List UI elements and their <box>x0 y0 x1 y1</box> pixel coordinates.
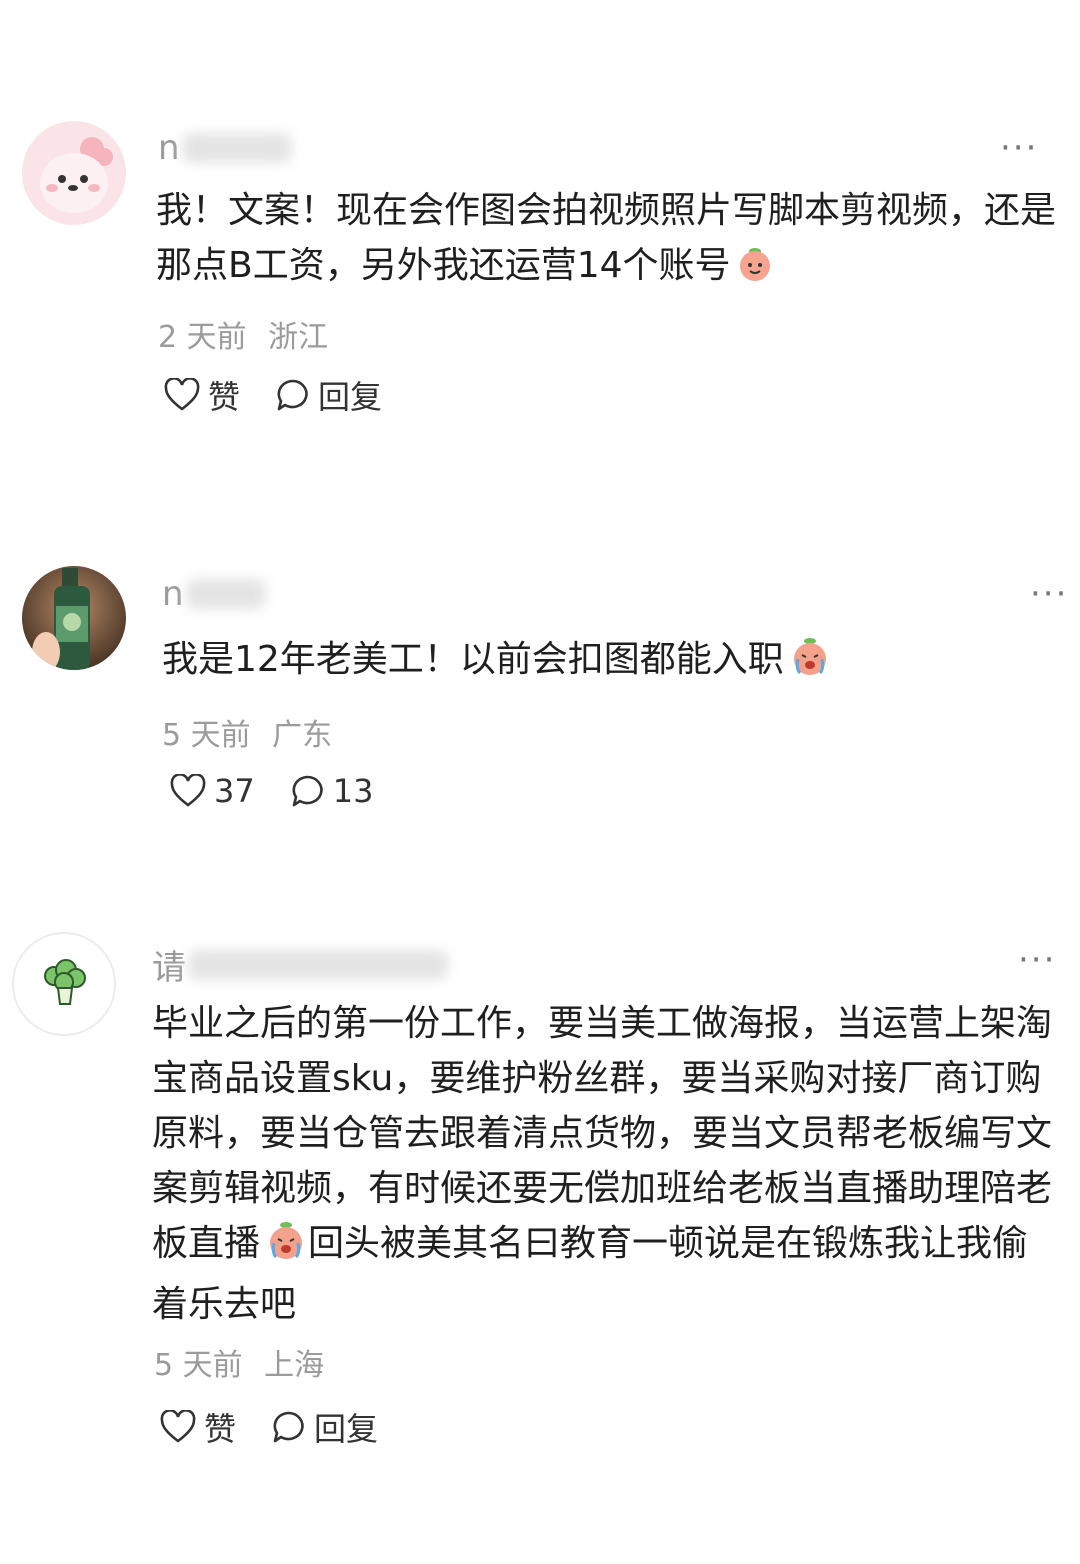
location: 浙江 <box>268 320 329 355</box>
avatar[interactable] <box>22 121 126 225</box>
comment-meta: 2 天前 浙江 <box>158 312 328 356</box>
comment-meta: 5 天前 广东 <box>162 710 332 754</box>
reply-count: 13 <box>332 772 374 810</box>
comment-actions: 赞 回复 <box>160 1404 414 1450</box>
like-button[interactable]: 赞 <box>160 1404 236 1450</box>
comment-meta: 5 天前 上海 <box>154 1340 324 1384</box>
reply-button[interactable]: 13 <box>291 772 374 810</box>
crying-peach-emoji-icon <box>788 635 832 693</box>
comment-bubble-icon <box>292 775 323 807</box>
comment-bubble-icon <box>277 379 308 411</box>
avatar[interactable] <box>12 932 116 1036</box>
location: 上海 <box>264 1348 325 1383</box>
username-blur <box>185 579 266 609</box>
username[interactable]: n <box>162 574 266 614</box>
more-options-icon[interactable]: ··· <box>1000 131 1038 165</box>
heart-icon <box>160 1410 196 1443</box>
timestamp: 2 天前 <box>158 320 247 355</box>
timestamp: 5 天前 <box>162 718 251 753</box>
location: 广东 <box>272 718 333 753</box>
crying-peach-emoji-icon <box>264 1219 308 1277</box>
comment-text: 我是12年老美工！以前会扣图都能入职 <box>162 632 1042 693</box>
heart-icon <box>170 774 206 807</box>
comment-actions: 37 13 <box>170 772 409 810</box>
username-blur <box>188 949 448 980</box>
reply-button[interactable]: 回复 <box>272 1404 378 1450</box>
like-button[interactable]: 赞 <box>164 372 240 418</box>
smiling-peach-emoji-icon <box>735 243 775 299</box>
comment-actions: 赞 回复 <box>164 372 418 418</box>
heart-icon <box>164 378 200 411</box>
more-options-icon[interactable]: ··· <box>1030 577 1068 611</box>
comment-bubble-icon <box>273 1411 304 1443</box>
like-count: 37 <box>214 772 255 810</box>
like-button[interactable]: 37 <box>170 772 255 810</box>
username-blur <box>181 133 292 163</box>
username[interactable]: 请 <box>152 940 448 989</box>
comment-text: 毕业之后的第一份工作，要当美工做海报，当运营上架淘宝商品设置sku，要维护粉丝群… <box>152 1003 1053 1325</box>
username[interactable]: n <box>158 128 292 168</box>
more-options-icon[interactable]: ··· <box>1018 943 1056 977</box>
avatar[interactable] <box>22 566 126 670</box>
reply-button[interactable]: 回复 <box>276 372 382 418</box>
timestamp: 5 天前 <box>154 1348 243 1383</box>
comment-text: 我！文案！现在会作图会拍视频照片写脚本剪视频，还是那点B工资，另外我还运营14个… <box>156 183 1056 299</box>
